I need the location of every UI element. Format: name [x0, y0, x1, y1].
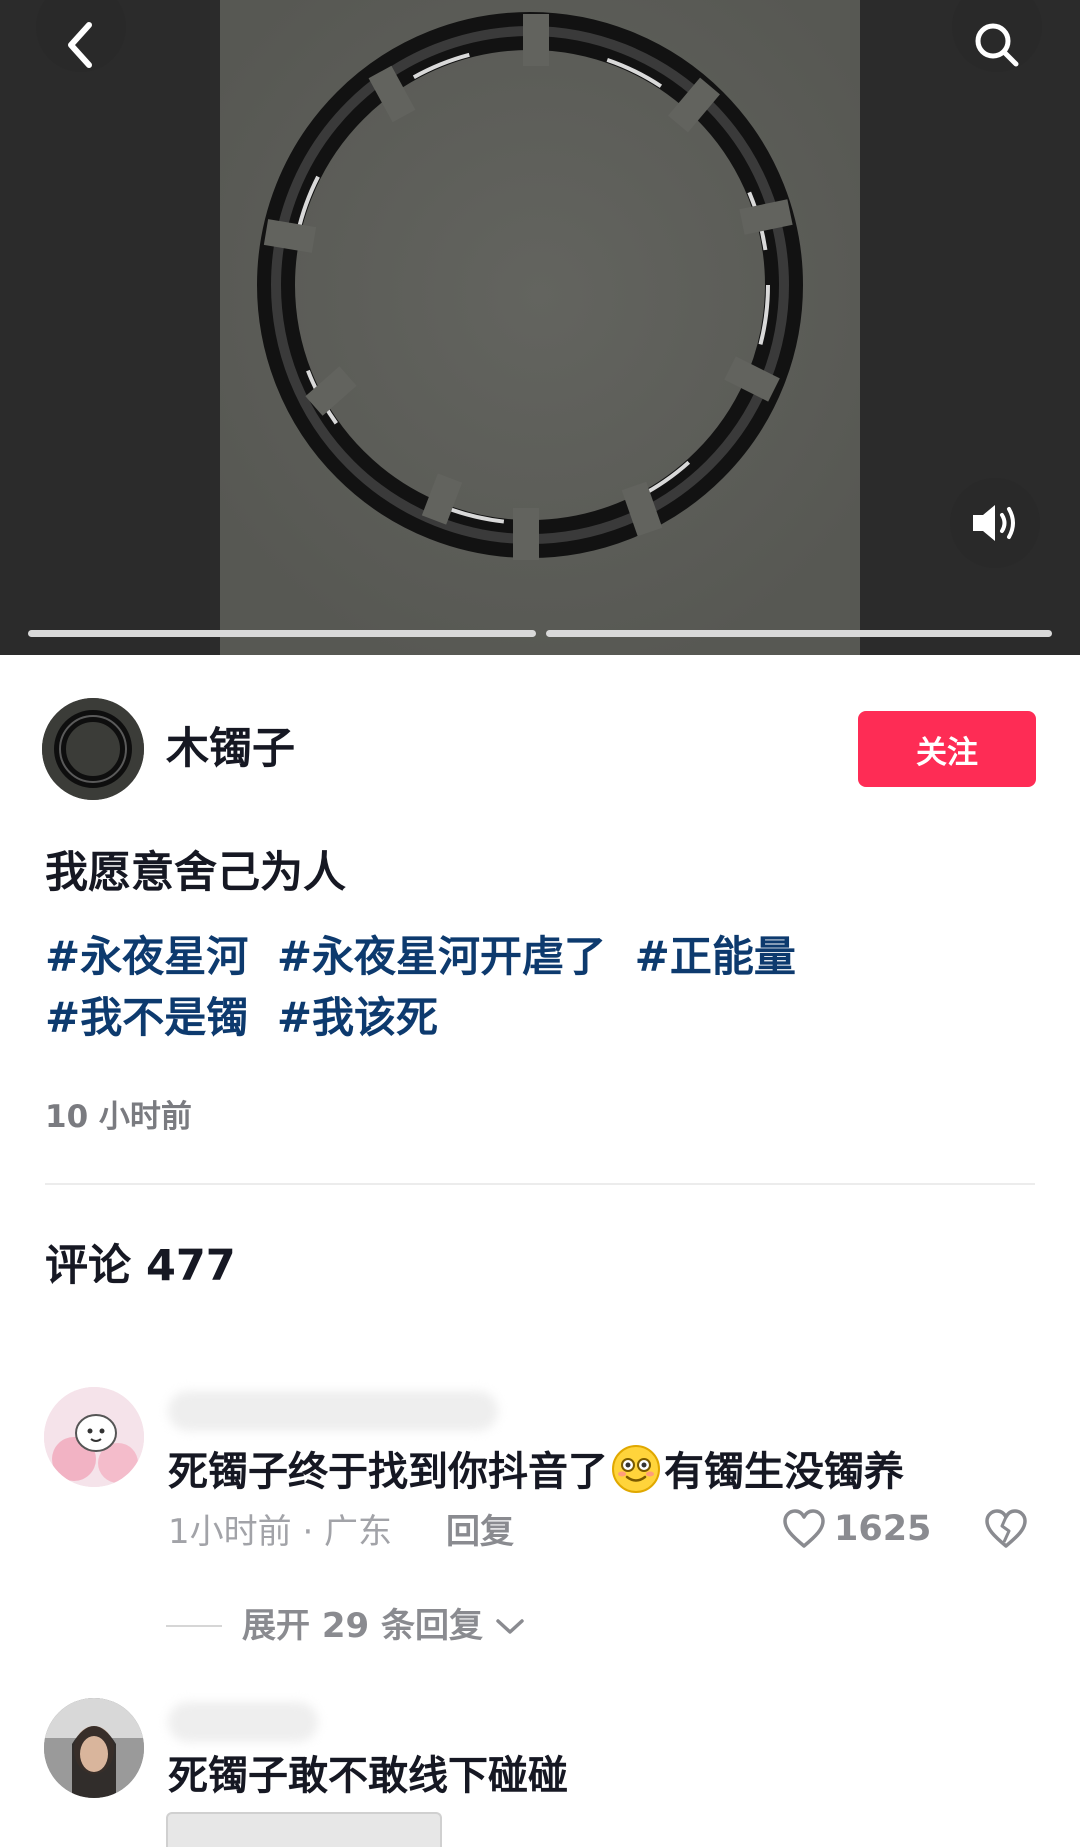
video-frame[interactable] [220, 0, 860, 655]
commenter-name-blurred[interactable] [168, 1702, 318, 1742]
hashtag-link[interactable]: #我不是镯 [45, 993, 248, 1042]
commenter-avatar[interactable] [44, 1387, 144, 1487]
broken-heart-icon [985, 1509, 1027, 1548]
post-caption: 我愿意舍己为人 [45, 848, 346, 898]
comments-count-heading: 评论 477 [45, 1241, 236, 1291]
hashtag-link[interactable]: #永夜星河 [45, 932, 248, 981]
hashtag-list: #永夜星河 #永夜星河开虐了 #正能量 #我不是镯 #我该死 [45, 926, 1035, 1048]
cartoon-avatar-icon [44, 1387, 144, 1487]
commenter-name-blurred[interactable] [168, 1391, 498, 1431]
heart-outline-icon [783, 1509, 825, 1548]
comment-text: 死镯子终于找到你抖音了 有镯生没镯养 [168, 1443, 904, 1498]
comment-text-part: 死镯子终于找到你抖音了 [168, 1449, 608, 1495]
photo-avatar-icon [44, 1698, 144, 1798]
hashtag-link[interactable]: #我该死 [277, 993, 438, 1042]
comment-meta: 1小时前 · 广东 [168, 1512, 393, 1552]
comment-image-thumbnail[interactable] [166, 1812, 442, 1847]
author-name[interactable]: 木镯子 [166, 723, 295, 775]
follow-button[interactable]: 关注 [858, 711, 1036, 787]
progress-segment-1 [28, 630, 536, 637]
author-avatar[interactable] [42, 698, 144, 800]
back-button[interactable] [36, 0, 126, 72]
bracelet-avatar-icon [42, 698, 144, 800]
expand-replies-button[interactable]: 展开 29 条回复 [166, 1604, 527, 1648]
commenter-avatar[interactable] [44, 1698, 144, 1798]
sound-toggle-button[interactable] [950, 478, 1040, 568]
search-icon [975, 23, 1019, 67]
comment-text: 死镯子敢不敢线下碰碰 [168, 1753, 568, 1799]
chevron-left-icon [68, 22, 92, 68]
dislike-button[interactable] [984, 1508, 1028, 1554]
like-button[interactable]: 1625 [782, 1504, 931, 1554]
progress-segment-2 [546, 630, 1052, 637]
expand-divider-line [166, 1625, 222, 1627]
search-button[interactable] [952, 0, 1042, 72]
post-time: 10 小时前 [45, 1099, 192, 1135]
like-count: 1625 [834, 1509, 932, 1549]
bracelet-image [220, 0, 860, 655]
hashtag-link[interactable]: #永夜星河开虐了 [277, 932, 606, 981]
divider [45, 1183, 1035, 1185]
speaker-on-icon [973, 505, 1015, 541]
expand-replies-label: 展开 29 条回复 [242, 1606, 483, 1646]
video-player[interactable] [0, 0, 1080, 655]
reply-button[interactable]: 回复 [446, 1510, 514, 1554]
smiling-face-emoji-icon [612, 1445, 660, 1493]
chevron-down-icon [496, 1619, 524, 1634]
comment-text-part: 有镯生没镯养 [664, 1449, 904, 1495]
hashtag-link[interactable]: #正能量 [635, 932, 796, 981]
